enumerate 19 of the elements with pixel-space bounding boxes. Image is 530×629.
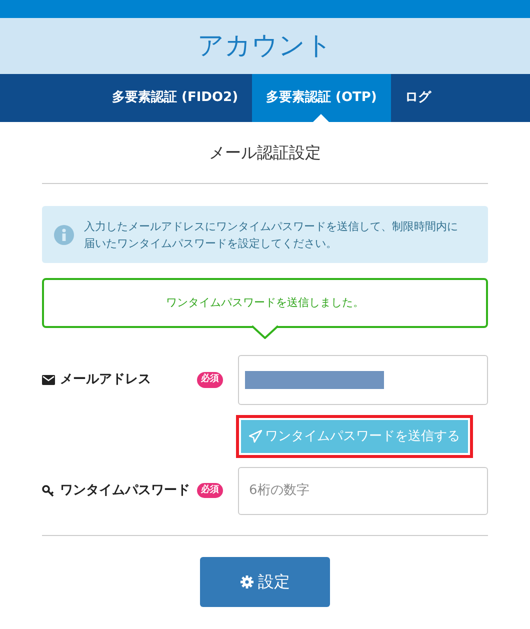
tab[interactable]: 多要素認証 (OTP) <box>252 74 391 122</box>
field-label: メールアドレス <box>60 371 151 390</box>
info-icon <box>54 224 74 244</box>
field-label: ワンタイムパスワード <box>60 482 190 500</box>
envelope-icon <box>42 375 55 385</box>
required-badge: 必須 <box>197 482 223 498</box>
required-badge: 必須 <box>197 372 223 388</box>
section-title: メール認証設定 <box>209 142 321 164</box>
paper-plane-icon <box>249 430 262 443</box>
tab[interactable]: ログ <box>390 74 445 122</box>
page-title: アカウント <box>198 30 332 62</box>
tab[interactable]: 多要素認証 (FIDO2) <box>98 74 252 122</box>
email-field[interactable] <box>238 355 488 405</box>
key-icon <box>42 484 55 496</box>
success-message: ワンタイムパスワードを送信しました。 <box>166 294 364 311</box>
gear-icon <box>240 575 254 589</box>
info-text: 入力したメールアドレスにワンタイムパスワードを送信して、制限時間内に届いたワンタイムパスワードを設定してください。 <box>84 218 459 252</box>
submit-button[interactable]: 設定 <box>200 557 330 607</box>
otp-field[interactable]: 6桁の数字 <box>238 466 488 514</box>
